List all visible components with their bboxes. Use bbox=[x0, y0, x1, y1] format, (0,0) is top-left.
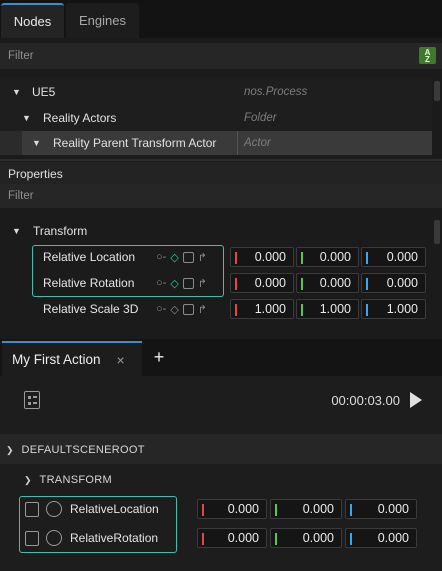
transform-group-row[interactable]: ❯ TRANSFORM bbox=[0, 466, 442, 494]
arrow-icon[interactable]: ↱ bbox=[198, 251, 207, 264]
circle-icon[interactable] bbox=[46, 501, 62, 517]
link-icon[interactable]: ○- bbox=[156, 277, 166, 289]
x-value-field[interactable]: 0.000 bbox=[230, 247, 294, 267]
y-value-field[interactable]: 0.000 bbox=[270, 528, 342, 548]
square-icon[interactable] bbox=[182, 277, 194, 289]
divider bbox=[0, 159, 442, 161]
y-value-field[interactable]: 1.000 bbox=[296, 299, 359, 319]
caret-down-icon[interactable]: ❯ bbox=[6, 445, 14, 456]
node-filter-placeholder: Filter bbox=[8, 50, 34, 62]
tree-item-type: Folder bbox=[244, 112, 277, 124]
tab-my-first-action[interactable]: My First Action × bbox=[2, 341, 142, 376]
sort-alpha-icon[interactable]: AZ bbox=[419, 47, 436, 64]
list-icon-dot bbox=[28, 396, 31, 399]
action-row-relative-rotation: RelativeRotation 0.000 0.000 0.000 bbox=[0, 525, 442, 553]
tree-item-ue5[interactable]: ▼ UE5 nos.Process bbox=[0, 79, 432, 105]
time-display: 00:00:03.00 bbox=[331, 393, 400, 408]
node-filter-input[interactable]: Filter bbox=[0, 43, 442, 69]
z-value-field[interactable]: 0.000 bbox=[361, 273, 426, 293]
property-group-label: Transform bbox=[33, 224, 88, 238]
tab-nodes[interactable]: Nodes bbox=[1, 3, 64, 38]
tree-item-reality-parent-transform-actor[interactable]: ▼ Reality Parent Transform Actor Actor bbox=[0, 130, 432, 156]
y-value-field[interactable]: 0.000 bbox=[270, 499, 342, 519]
y-value-field[interactable]: 0.000 bbox=[296, 273, 359, 293]
keyframe-icon[interactable]: ◇ bbox=[170, 303, 178, 316]
y-value-field[interactable]: 0.000 bbox=[296, 247, 359, 267]
list-icon[interactable] bbox=[25, 502, 39, 517]
list-icon-dot bbox=[28, 402, 31, 405]
tree-item-reality-actors[interactable]: ▼ Reality Actors Folder bbox=[0, 105, 432, 131]
caret-down-icon[interactable]: ▼ bbox=[12, 87, 24, 97]
property-row-relative-location: Relative Location ○- ◇ ↱ 0.000 0.000 0.000 bbox=[0, 244, 432, 270]
tree-item-type: Actor bbox=[244, 137, 271, 149]
tree-item-label: Reality Actors bbox=[43, 111, 117, 125]
action-row-label: RelativeRotation bbox=[70, 531, 159, 545]
x-value-field[interactable]: 0.000 bbox=[197, 499, 267, 519]
tree-item-label: UE5 bbox=[32, 85, 56, 99]
arrow-icon[interactable]: ↱ bbox=[198, 303, 207, 316]
square-icon[interactable] bbox=[182, 303, 194, 315]
arrow-icon[interactable]: ↱ bbox=[198, 277, 207, 290]
action-tab-label: My First Action bbox=[12, 352, 101, 367]
property-group-transform[interactable]: ▼ Transform bbox=[0, 218, 432, 244]
tree-scrollbar[interactable] bbox=[434, 81, 440, 101]
property-row-relative-scale: Relative Scale 3D ○- ◇ ↱ 1.000 1.000 1.000 bbox=[0, 296, 432, 322]
list-icon[interactable] bbox=[24, 391, 40, 409]
properties-footer bbox=[0, 322, 442, 336]
transform-group-label: TRANSFORM bbox=[39, 474, 112, 486]
caret-down-icon[interactable]: ❯ bbox=[24, 475, 32, 486]
caret-down-icon[interactable]: ▼ bbox=[32, 138, 44, 148]
circle-icon[interactable] bbox=[46, 530, 62, 546]
link-icon[interactable]: ○- bbox=[156, 251, 166, 263]
scene-root-row[interactable]: ❯ DEFAULTSCENEROOT bbox=[0, 436, 442, 464]
list-icon[interactable] bbox=[25, 531, 39, 546]
tab-engines[interactable]: Engines bbox=[66, 3, 139, 38]
properties-filter-placeholder: Filter bbox=[8, 190, 34, 202]
keyframe-icon[interactable]: ◇ bbox=[170, 277, 178, 290]
action-row-label: RelativeLocation bbox=[70, 502, 159, 516]
property-icons: ○- ◇ ↱ bbox=[156, 296, 222, 322]
x-value-field[interactable]: 0.000 bbox=[230, 273, 294, 293]
tree-item-label: Reality Parent Transform Actor bbox=[53, 136, 217, 150]
list-icon-line bbox=[33, 402, 37, 404]
close-icon[interactable]: × bbox=[117, 352, 125, 368]
square-icon[interactable] bbox=[182, 251, 194, 263]
play-icon[interactable] bbox=[410, 392, 422, 408]
keyframe-icon[interactable]: ◇ bbox=[170, 251, 178, 264]
property-icons: ○- ◇ ↱ bbox=[156, 244, 222, 270]
properties-title: Properties bbox=[8, 167, 63, 181]
property-icons: ○- ◇ ↱ bbox=[156, 270, 222, 296]
scene-root-label: DEFAULTSCENEROOT bbox=[21, 444, 145, 456]
add-tab-button[interactable]: + bbox=[149, 344, 169, 370]
properties-filter-input[interactable]: Filter bbox=[0, 184, 442, 208]
z-value-field[interactable]: 0.000 bbox=[345, 528, 417, 548]
z-value-field[interactable]: 1.000 bbox=[361, 299, 426, 319]
property-row-relative-rotation: Relative Rotation ○- ◇ ↱ 0.000 0.000 0.000 bbox=[0, 270, 432, 296]
x-value-field[interactable]: 1.000 bbox=[230, 299, 294, 319]
properties-scrollbar[interactable] bbox=[434, 220, 440, 244]
caret-down-icon[interactable]: ▼ bbox=[12, 226, 24, 236]
action-row-relative-location: RelativeLocation 0.000 0.000 0.000 bbox=[0, 496, 442, 524]
tree-item-type: nos.Process bbox=[244, 86, 308, 98]
properties-header: Properties bbox=[0, 162, 442, 186]
caret-down-icon[interactable]: ▼ bbox=[22, 113, 34, 123]
link-icon[interactable]: ○- bbox=[156, 303, 166, 315]
list-icon-line bbox=[33, 396, 37, 398]
z-value-field[interactable]: 0.000 bbox=[345, 499, 417, 519]
x-value-field[interactable]: 0.000 bbox=[197, 528, 267, 548]
z-value-field[interactable]: 0.000 bbox=[361, 247, 426, 267]
